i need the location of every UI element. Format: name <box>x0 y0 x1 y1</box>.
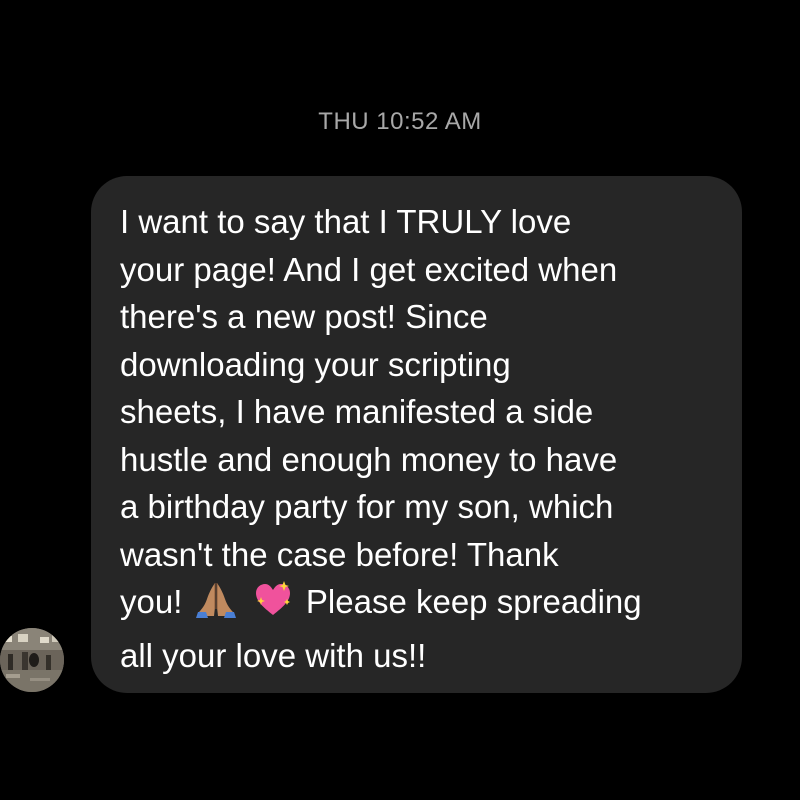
message-line: wasn't the case before! Thank <box>120 535 559 573</box>
message-line: all your love with us!! <box>120 636 427 674</box>
message-line: I want to say that I TRULY love <box>120 203 572 240</box>
message-text: I want to say that I TRULY love your pag… <box>120 198 730 679</box>
message-line: sheets, I have manifested a side <box>120 393 594 430</box>
message-line: hustle and enough money to have <box>120 440 618 478</box>
message-fragment: Please keep spreading <box>305 583 642 620</box>
message-timestamp: THU 10:52 AM <box>318 108 482 135</box>
folded-hands-icon <box>195 579 236 632</box>
message-fragment: you! <box>120 583 183 620</box>
message-bubble[interactable]: I want to say that I TRULY love your pag… <box>91 176 742 693</box>
chat-screen: THU 10:52 AM I want to say that I TRULY … <box>0 0 800 800</box>
message-line: downloading your scripting <box>120 345 511 383</box>
avatar[interactable] <box>0 628 64 692</box>
message-line: there's a new post! Since <box>120 298 488 335</box>
message-line: your page! And I get excited when <box>120 250 618 288</box>
message-line: a birthday party for my son, which <box>120 488 614 525</box>
message-line: you! Please keep spreading <box>120 578 730 632</box>
sparkling-heart-icon <box>253 579 293 632</box>
